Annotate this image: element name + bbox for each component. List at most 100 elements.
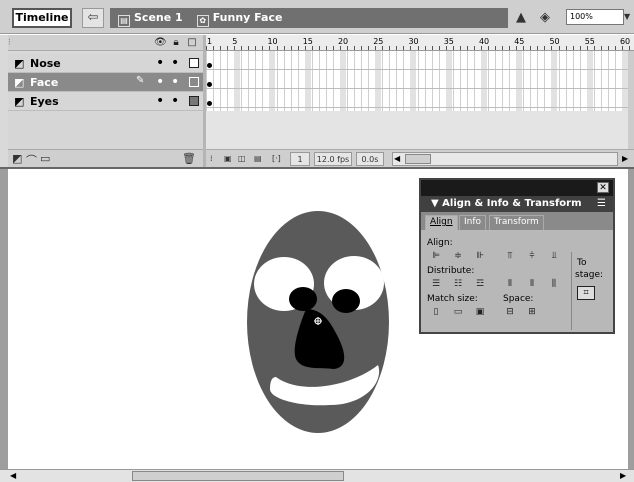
align-right-edge-icon[interactable]: ⊪ [473, 250, 487, 263]
scroll-left-icon[interactable]: ◀ [10, 470, 16, 482]
layer-row-nose[interactable]: ◩ Nose • • [8, 54, 203, 73]
scroll-right-icon[interactable]: ▶ [620, 470, 626, 482]
ruler-tick [558, 46, 560, 50]
scroll-left-icon[interactable]: ◀ [394, 153, 400, 165]
lock-icon[interactable]: 🔒︎ [170, 36, 182, 50]
frame-rate: 12.0 fps [314, 152, 352, 166]
zoom-field[interactable]: 100% [566, 9, 624, 25]
panel-title[interactable]: ▼ Align & Info & Transform [421, 196, 613, 212]
chevron-down-icon[interactable]: ▼ [624, 9, 634, 25]
edit-symbol-icon[interactable]: ◈ [540, 10, 558, 26]
keyframe[interactable] [207, 63, 212, 68]
align-info-transform-panel: ✕ ▼ Align & Info & Transform ☰ Align Inf… [419, 178, 615, 334]
timeline-toggle-button[interactable]: Timeline [12, 8, 72, 28]
layer-row-eyes[interactable]: ◩ Eyes • • [8, 92, 203, 111]
onion-markers-icon[interactable]: [·] [272, 152, 284, 166]
frame-row-nose[interactable] [206, 51, 628, 70]
keyframe[interactable] [207, 82, 212, 87]
align-vertical-center-icon[interactable]: ⫩ [525, 250, 539, 263]
pencil-icon: ✎ [136, 75, 145, 86]
outline-box[interactable] [189, 77, 199, 87]
ruler-tick [354, 46, 356, 50]
frame-ruler[interactable]: 1 5 10 15 20 25 30 35 40 45 50 55 60 [206, 35, 634, 51]
to-stage-toggle[interactable]: ⌗ [577, 286, 595, 300]
ruler-tick [382, 46, 384, 50]
trash-icon[interactable]: 🗑︎ [182, 152, 196, 165]
lock-dot[interactable]: • [171, 93, 179, 109]
symbol-icon: ✿ [196, 15, 209, 27]
distribute-bottom-icon[interactable]: ☲ [473, 278, 487, 291]
match-height-icon[interactable]: ▭ [451, 306, 465, 319]
onion-skin-icon[interactable]: ▣ [224, 152, 236, 166]
back-button[interactable]: ⇦ [82, 8, 104, 28]
distribute-right-icon[interactable]: ⫼ [547, 278, 561, 291]
layer-row-face[interactable]: ◩ Face ✎ • • [8, 73, 203, 92]
frame-row-eyes[interactable] [206, 89, 628, 108]
distribute-label: Distribute: [427, 266, 475, 276]
space-vertical-icon[interactable]: ⊟ [503, 306, 517, 319]
ruler-tick [297, 46, 299, 50]
edit-scene-icon[interactable]: ▲ [516, 10, 534, 26]
visibility-dot[interactable]: • [156, 74, 164, 90]
ruler-label: 30 [408, 37, 419, 46]
ruler-tick [614, 46, 616, 50]
stage-horizontal-scrollbar[interactable]: ◀ ▶ [0, 469, 634, 482]
lock-dot[interactable]: • [171, 55, 179, 71]
eye-icon[interactable]: 👁 [154, 36, 167, 50]
layer-name: Nose [30, 57, 61, 70]
pupil-right[interactable] [332, 289, 360, 313]
breadcrumb-scene[interactable]: Scene 1 [134, 11, 183, 24]
keyframe[interactable] [207, 101, 212, 106]
scroll-thumb[interactable] [405, 154, 431, 164]
tab-info[interactable]: Info [459, 215, 487, 230]
frame-grid[interactable] [206, 51, 628, 111]
lock-dot[interactable]: • [171, 74, 179, 90]
funny-face-symbol[interactable] [240, 209, 400, 435]
ruler-tick [396, 46, 398, 50]
distribute-top-icon[interactable]: ☰ [429, 278, 443, 291]
ruler-tick [368, 46, 370, 50]
ruler-label: 5 [232, 37, 238, 46]
timeline-horizontal-scrollbar[interactable]: ◀ [392, 152, 618, 166]
outline-box[interactable] [189, 58, 199, 68]
breadcrumb-symbol[interactable]: Funny Face [213, 11, 283, 24]
ruler-tick [572, 46, 574, 50]
ruler-tick [227, 46, 229, 50]
panel-titlebar[interactable]: ✕ [421, 180, 613, 196]
close-icon[interactable]: ✕ [597, 182, 609, 193]
visibility-dot[interactable]: • [156, 55, 164, 71]
add-guide-layer-icon[interactable]: ⌒ [26, 152, 37, 168]
space-horizontal-icon[interactable]: ⊞ [525, 306, 539, 319]
ruler-tick [283, 46, 285, 50]
arrow-left-icon: ⇦ [87, 10, 99, 25]
align-top-edge-icon[interactable]: ⫪ [503, 250, 517, 263]
outline-box[interactable] [189, 96, 199, 106]
tab-transform[interactable]: Transform [489, 215, 544, 230]
match-width-icon[interactable]: ▯ [429, 306, 443, 319]
distribute-left-icon[interactable]: ⦀ [503, 278, 517, 291]
align-horizontal-center-icon[interactable]: ≑ [451, 250, 465, 263]
scroll-thumb[interactable] [132, 471, 344, 481]
ruler-tick [304, 46, 306, 50]
match-width-height-icon[interactable]: ▣ [473, 306, 487, 319]
outline-icon[interactable]: □ [186, 36, 198, 50]
visibility-dot[interactable]: • [156, 93, 164, 109]
center-frame-icon[interactable]: ⁞ [210, 152, 220, 166]
onion-outline-icon[interactable]: ◫ [238, 152, 250, 166]
align-bottom-edge-icon[interactable]: ⫫ [547, 250, 561, 263]
align-left-edge-icon[interactable]: ⊫ [429, 250, 443, 263]
timeline-vertical-scrollbar[interactable] [628, 51, 634, 149]
distribute-hcenter-icon[interactable]: ⫴ [525, 278, 539, 291]
pupil-left[interactable] [289, 287, 317, 311]
panel-separator [571, 252, 572, 330]
scroll-right-icon[interactable]: ▶ [622, 152, 632, 166]
edit-multiple-frames-icon[interactable]: ▤ [254, 152, 266, 166]
panel-options-icon[interactable]: ☰ [597, 196, 606, 212]
grip-icon[interactable]: ⁝ [8, 35, 18, 51]
frame-row-face[interactable] [206, 70, 628, 89]
insert-folder-icon[interactable]: ▭ [40, 152, 50, 165]
add-layer-icon[interactable]: ◩ [12, 152, 22, 165]
distribute-vcenter-icon[interactable]: ☷ [451, 278, 465, 291]
ruler-tick [466, 46, 468, 50]
tab-align[interactable]: Align [425, 215, 458, 230]
